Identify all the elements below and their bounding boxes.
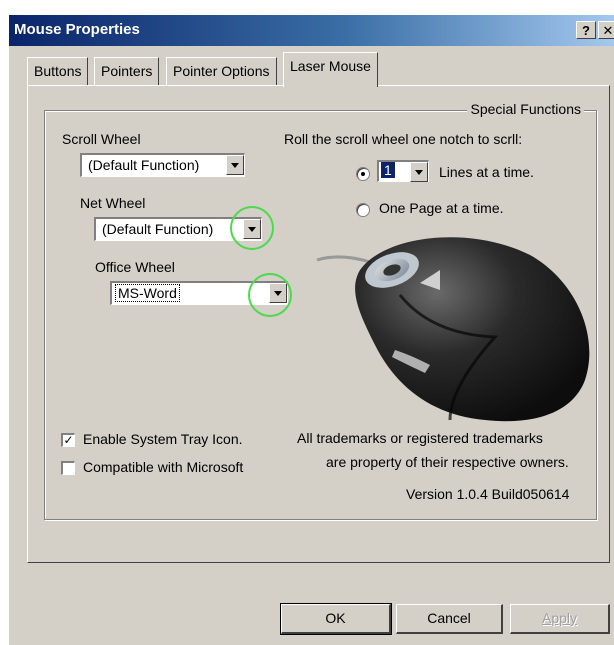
version-label: Version 1.0.4 Build050614 [406,486,570,502]
office-wheel-label: Office Wheel [95,259,175,275]
trademark-line-1: All trademarks or registered trademarks [297,430,543,446]
help-button[interactable]: ? [576,21,596,39]
scroll-wheel-value: (Default Function) [88,157,200,173]
highlight-circle [248,273,292,317]
tab-pointer-options[interactable]: Pointer Options [166,57,277,85]
ok-button[interactable]: OK [280,603,392,635]
page-label[interactable]: One Page at a time. [379,200,504,216]
apply-label: Apply [541,610,578,626]
cancel-button[interactable]: Cancel [396,604,503,634]
laser-mouse-image [316,237,590,422]
group-title: Special Functions [467,101,584,117]
page-radio[interactable] [356,203,370,217]
tab-laser-mouse[interactable]: Laser Mouse [283,52,378,87]
tab-buttons[interactable]: Buttons [27,57,89,85]
scroll-wheel-label: Scroll Wheel [62,131,141,147]
compatible-checkbox[interactable] [61,461,75,475]
apply-button[interactable]: Apply [510,604,610,634]
compatible-label[interactable]: Compatible with Microsoft [83,459,243,475]
chevron-down-icon[interactable] [410,162,428,182]
lines-radio[interactable] [356,167,370,181]
office-wheel-value: MS-Word [115,284,180,302]
net-wheel-value: (Default Function) [102,221,214,237]
scroll-heading: Roll the scroll wheel one notch to scrll… [284,131,523,147]
system-tray-label[interactable]: Enable System Tray Icon. [83,431,243,447]
lines-value[interactable]: 1 [381,162,395,178]
close-button[interactable]: ✕ [598,21,614,39]
trademark-line-2: are property of their respective owners. [326,454,569,470]
system-tray-checkbox[interactable]: ✓ [61,433,75,447]
net-wheel-label: Net Wheel [80,195,146,211]
tab-pointers[interactable]: Pointers [94,57,160,85]
scroll-wheel-dropdown[interactable]: (Default Function) [80,153,245,177]
highlight-circle [230,206,274,250]
lines-spinner[interactable]: 1 [377,160,429,182]
chevron-down-icon[interactable] [226,155,244,175]
title-bar[interactable]: Mouse Properties ? ✕ [9,15,614,46]
window-title: Mouse Properties [14,21,140,38]
lines-label: Lines at a time. [439,164,534,180]
